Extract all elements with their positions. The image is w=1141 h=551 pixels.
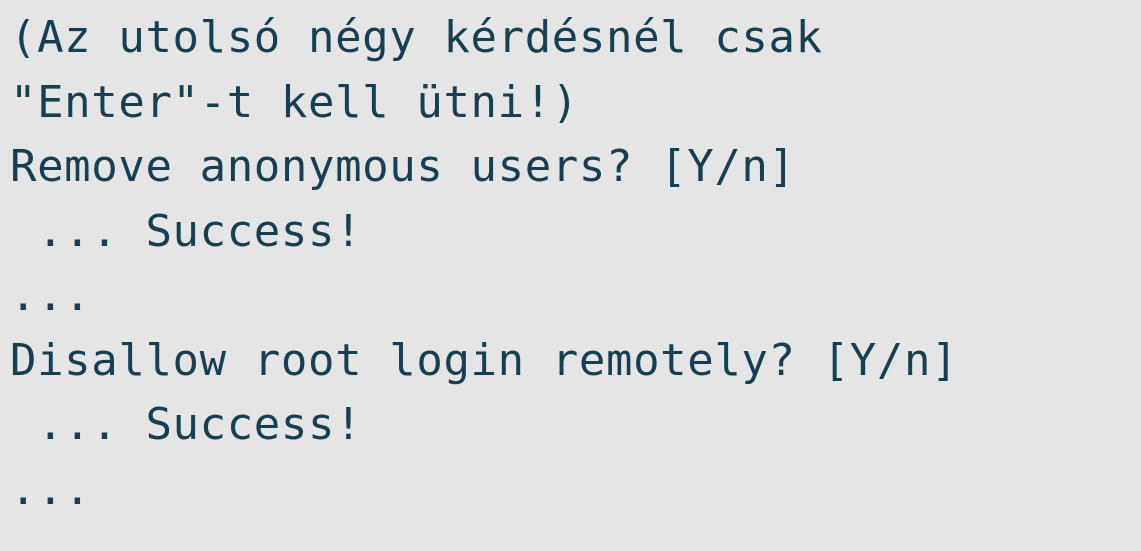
terminal-line-note-2: "Enter"-t kell ütni!)	[10, 76, 579, 128]
terminal-output: (Az utolsó négy kérdésnél csak "Enter"-t…	[0, 0, 1141, 551]
terminal-line-prompt-root-login: Disallow root login remotely? [Y/n]	[10, 334, 959, 386]
terminal-line-success-2: ... Success!	[10, 399, 363, 450]
terminal-line-note-1: (Az utolsó négy kérdésnél csak	[10, 12, 823, 63]
terminal-line-success-1: ... Success!	[10, 205, 363, 257]
terminal-line-prompt-anonymous-users: Remove anonymous users? [Y/n]	[10, 141, 796, 192]
terminal-line-ellipsis-1: ...	[10, 270, 92, 321]
terminal-line-ellipsis-2: ...	[10, 463, 92, 515]
